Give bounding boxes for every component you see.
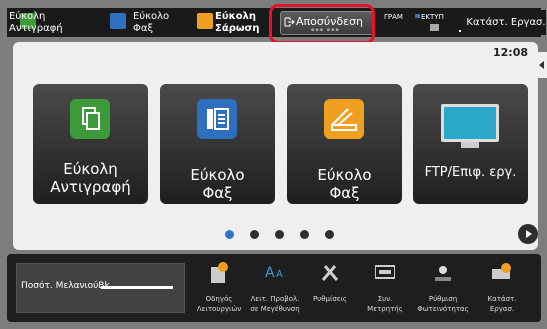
page-dot[interactable]	[300, 230, 309, 239]
dot-marker	[459, 30, 461, 32]
page-dot[interactable]	[275, 230, 284, 239]
guide-icon	[209, 261, 229, 283]
card-easy-fax[interactable]: Εύκολο Φαξ	[160, 84, 275, 204]
scan-icon	[324, 99, 364, 139]
side-panel-tab[interactable]	[536, 52, 547, 78]
card-easy-scan[interactable]: Εύκολο Φαξ	[287, 84, 402, 204]
tab-print[interactable]: ΕΚΤΥΠ	[421, 13, 444, 21]
counter-button[interactable]: Συν. Μετρητής	[357, 254, 413, 322]
copy-icon	[70, 99, 110, 139]
settings-button[interactable]: Ρυθμίσεις	[302, 254, 358, 322]
easy-copy-shortcut[interactable]: Εύκολη Αντιγραφή	[7, 8, 72, 37]
card-label: FTP/Επιφ. εργ.	[424, 165, 517, 180]
fax-icon	[197, 99, 237, 139]
easy-copy-label: Εύκολη Αντιγραφή	[9, 11, 63, 34]
page-dot[interactable]	[250, 230, 259, 239]
logout-highlight	[269, 4, 375, 44]
toner-level-bar	[101, 286, 173, 289]
bottom-label: Ρύθμιση Φωτεινότητας	[417, 295, 469, 313]
fax-icon	[110, 13, 126, 29]
svg-text:A: A	[265, 265, 275, 281]
svg-text:A: A	[276, 269, 283, 280]
job-status-icon	[492, 261, 512, 283]
settings-icon	[320, 261, 340, 283]
monitor-stand-icon	[461, 142, 479, 148]
print-tab-icon	[415, 14, 420, 18]
brightness-button[interactable]: Ρύθμιση Φωτεινότητας	[415, 254, 471, 322]
counter-icon	[374, 261, 396, 283]
clock: 12:08	[492, 46, 528, 59]
job-status-button[interactable]: Κατάστ. Εργασ.	[466, 10, 546, 35]
bottom-label: Λειτ. Προβολ. σε Μεγέθυνση	[250, 295, 300, 313]
scan-icon	[197, 13, 213, 29]
card-label: Εύκολο Φαξ	[317, 166, 372, 202]
card-easy-copy[interactable]: Εύκολη Αντιγραφή	[33, 84, 148, 204]
printer-icon	[430, 24, 439, 31]
monitor-icon	[441, 104, 499, 142]
magnify-mode-button[interactable]: AA Λειτ. Προβολ. σε Μεγέθυνση	[247, 254, 303, 322]
card-label: Εύκολο Φαξ	[190, 166, 245, 202]
page-dot[interactable]	[225, 230, 234, 239]
bottom-label: Ρυθμίσεις	[312, 295, 348, 303]
next-page-button[interactable]	[518, 224, 538, 244]
tab-program[interactable]: ΓΡΑΜ	[384, 13, 403, 21]
bottom-bar: Ποσότ. ΜελανιούBk Οδηγός Λειτουργιών AA …	[7, 254, 541, 322]
bottom-label: Συν. Μετρητής	[367, 295, 403, 313]
easy-fax-label: Εύκολο Φαξ	[133, 11, 170, 34]
easy-scan-shortcut[interactable]: Εύκολη Σάρωση	[197, 8, 260, 37]
easy-fax-shortcut[interactable]: Εύκολο Φαξ	[75, 8, 169, 37]
card-ftp-desktop[interactable]: FTP/Επιφ. εργ.	[413, 84, 528, 204]
operation-guide-button[interactable]: Οδηγός Λειτουργιών	[191, 254, 247, 322]
page-dot[interactable]	[325, 230, 334, 239]
magnify-icon: AA	[265, 261, 285, 283]
job-status-bottom-button[interactable]: Κατάστ. Εργασ.	[474, 254, 530, 322]
brightness-icon	[433, 261, 453, 283]
toner-label: Ποσότ. ΜελανιούBk	[21, 281, 110, 291]
card-label: Εύκολη Αντιγραφή	[50, 160, 131, 196]
bottom-label: Κατάστ. Εργασ.	[487, 295, 517, 313]
toner-status: Ποσότ. ΜελανιούBk	[16, 263, 185, 313]
bottom-label: Οδηγός Λειτουργιών	[196, 295, 242, 313]
easy-scan-label: Εύκολη Σάρωση	[215, 11, 260, 34]
